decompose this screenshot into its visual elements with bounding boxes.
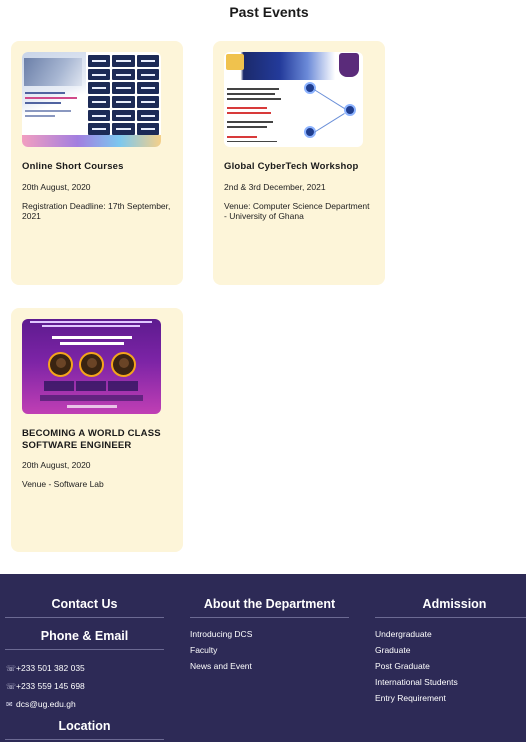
phone-2[interactable]: ☏+233 559 145 698 xyxy=(6,681,85,692)
location-heading: Location xyxy=(58,719,111,733)
event-detail: Venue: Computer Science Department - Uni… xyxy=(224,201,370,221)
divider xyxy=(375,617,526,618)
event-detail: Venue - Software Lab xyxy=(22,479,104,489)
divider xyxy=(5,649,164,650)
event-date: 20th August, 2020 xyxy=(22,182,91,192)
event-card-cybertech-workshop[interactable]: Global CyberTech Workshop 2nd & 3rd Dece… xyxy=(213,41,385,285)
link-graduate[interactable]: Graduate xyxy=(375,645,410,655)
event-title[interactable]: BECOMING A WORLD CLASS SOFTWARE ENGINEER xyxy=(22,428,177,452)
event-title[interactable]: Online Short Courses xyxy=(22,161,177,173)
phone-number: +233 559 145 698 xyxy=(16,681,85,691)
event-date: 2nd & 3rd December, 2021 xyxy=(224,182,326,192)
about-heading: About the Department xyxy=(203,597,336,611)
admission-heading: Admission xyxy=(422,597,487,611)
email-address: dcs@ug.edu.gh xyxy=(16,699,76,709)
link-international-students[interactable]: International Students xyxy=(375,677,458,687)
link-introducing-dcs[interactable]: Introducing DCS xyxy=(190,629,252,639)
email-link[interactable]: ✉ dcs@ug.edu.gh xyxy=(6,699,76,710)
event-card-online-short-courses[interactable]: Online Short Courses 20th August, 2020 R… xyxy=(11,41,183,285)
link-news-and-event[interactable]: News and Event xyxy=(190,661,252,671)
event-image[interactable] xyxy=(22,52,161,147)
divider xyxy=(5,739,164,740)
site-footer: Contact Us Phone & Email ☏+233 501 382 0… xyxy=(0,574,526,742)
event-card-software-engineer[interactable]: BECOMING A WORLD CLASS SOFTWARE ENGINEER… xyxy=(11,308,183,552)
event-title[interactable]: Global CyberTech Workshop xyxy=(224,161,379,173)
divider xyxy=(190,617,349,618)
link-post-graduate[interactable]: Post Graduate xyxy=(375,661,430,671)
phone-icon: ☏ xyxy=(6,664,17,673)
link-undergraduate[interactable]: Undergraduate xyxy=(375,629,432,639)
link-entry-requirement[interactable]: Entry Requirement xyxy=(375,693,446,703)
phone-icon: ☏ xyxy=(6,682,17,691)
section-title: Past Events xyxy=(229,4,309,20)
event-detail: Registration Deadline: 17th September, 2… xyxy=(22,201,171,221)
event-image[interactable] xyxy=(22,319,161,414)
phone-email-heading: Phone & Email xyxy=(40,629,129,643)
event-date: 20th August, 2020 xyxy=(22,460,91,470)
phone-number: +233 501 382 035 xyxy=(16,663,85,673)
divider xyxy=(5,617,164,618)
envelope-icon: ✉ xyxy=(6,700,13,709)
link-faculty[interactable]: Faculty xyxy=(190,645,217,655)
contact-heading: Contact Us xyxy=(51,597,118,611)
event-image[interactable] xyxy=(224,52,363,147)
phone-1[interactable]: ☏+233 501 382 035 xyxy=(6,663,85,674)
